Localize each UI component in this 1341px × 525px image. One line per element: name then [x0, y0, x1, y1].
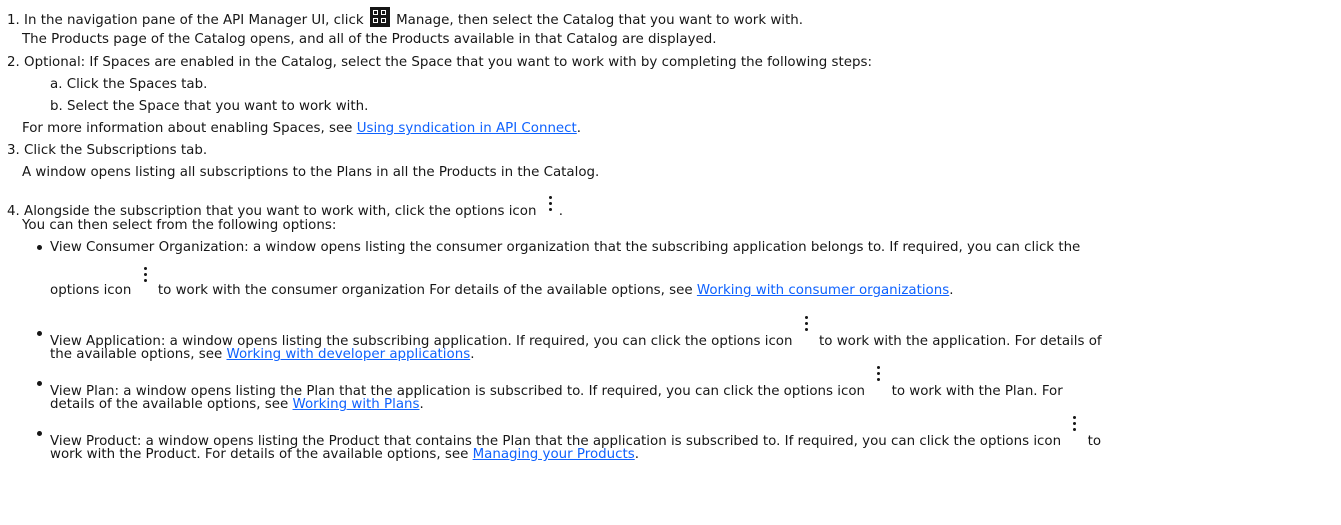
link-working-with-developer-apps[interactable]: Working with developer applications	[226, 347, 470, 362]
step-number: 2.	[7, 55, 20, 70]
option-view-product-cont: work with the Product. For details of th…	[50, 447, 639, 462]
step-3: 3. Click the Subscriptions tab.	[7, 141, 207, 161]
step-3-result: A window opens listing all subscriptions…	[22, 165, 600, 180]
link-using-syndication[interactable]: Using syndication in API Connect	[357, 121, 577, 136]
step-2-text: Optional: If Spaces are enabled in the C…	[24, 55, 872, 70]
bullet	[37, 381, 42, 386]
step-2: 2. Optional: If Spaces are enabled in th…	[7, 53, 872, 73]
step-number: 4.	[7, 204, 20, 219]
substep-a: a. Click the Spaces tab.	[50, 77, 208, 92]
option-view-consumer-org-cont: options icon to work with the consumer o…	[50, 267, 953, 301]
option-view-plan-cont: details of the available options, see Wo…	[50, 397, 424, 412]
options-icon	[799, 316, 813, 346]
options-icon	[871, 366, 885, 396]
bullet	[37, 331, 42, 336]
step-number: 1.	[7, 13, 20, 28]
step-3-text: Click the Subscriptions tab.	[24, 143, 208, 158]
task-steps: 1. In the navigation pane of the API Man…	[0, 0, 1341, 525]
manage-grid-icon	[369, 7, 390, 27]
step-2-info: For more information about enabling Spac…	[22, 121, 582, 136]
step-1: 1. In the navigation pane of the API Man…	[7, 7, 803, 31]
link-managing-your-products[interactable]: Managing your Products	[473, 447, 635, 462]
bullet	[37, 431, 42, 436]
options-icon	[138, 267, 152, 295]
option-view-application-cont: the available options, see Working with …	[50, 347, 475, 362]
link-working-with-plans[interactable]: Working with Plans	[293, 397, 420, 412]
link-working-with-consumer-orgs[interactable]: Working with consumer organizations	[697, 283, 949, 298]
step-2-info-text: For more information about enabling Spac…	[22, 121, 353, 136]
step-4-result: You can then select from the following o…	[22, 218, 337, 233]
substep-b: b. Select the Space that you want to wor…	[50, 99, 369, 114]
step-1-text: In the navigation pane of the API Manage…	[24, 13, 364, 28]
option-view-consumer-org: View Consumer Organization: a window ope…	[50, 240, 1081, 255]
step-1-text-cont: Manage, then select the Catalog that you…	[396, 13, 803, 28]
options-icon	[1067, 416, 1081, 446]
step-1-result: The Products page of the Catalog opens, …	[22, 32, 717, 47]
bullet	[37, 245, 42, 250]
options-icon	[543, 194, 557, 216]
step-number: 3.	[7, 143, 20, 158]
